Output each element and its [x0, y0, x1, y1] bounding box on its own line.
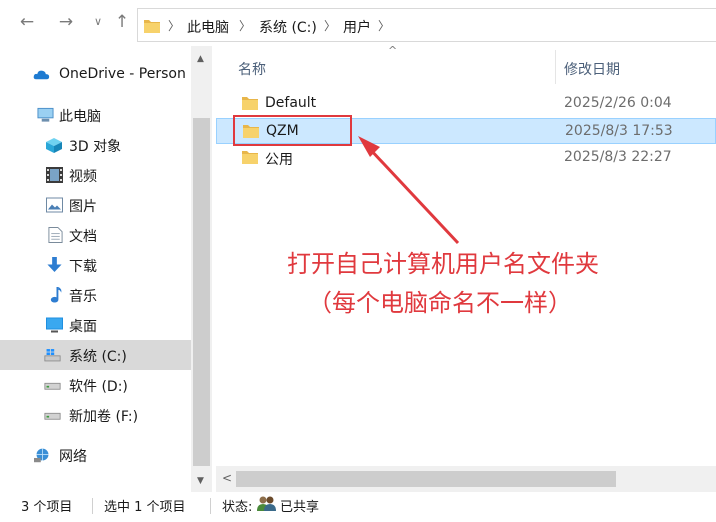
sidebar-item-downloads[interactable]: 下载: [0, 250, 190, 280]
breadcrumb-system-drive[interactable]: 系统 (C:): [259, 17, 317, 37]
sidebar-item-label: 音乐: [69, 289, 97, 305]
cloud-icon: [33, 70, 50, 80]
navigation-bar: ← → ∨ ↑ 〉 此电脑 〉 系统 (C:) 〉 用户 〉: [0, 0, 716, 46]
cube-icon: [46, 138, 62, 153]
sidebar-item-3d-objects[interactable]: 3D 对象: [0, 130, 190, 160]
sidebar-item-label: 文档: [69, 229, 97, 245]
annotation-text-line2: （每个电脑命名不一样）: [308, 289, 572, 317]
annotation-arrow-icon: [358, 136, 460, 245]
forward-arrow-icon[interactable]: →: [56, 12, 76, 32]
chevron-right-icon: 〉: [239, 19, 252, 33]
item-count: 3 个项目: [21, 500, 73, 515]
drive-icon: [44, 412, 61, 420]
breadcrumb-users[interactable]: 用户: [343, 17, 371, 37]
sidebar-item-network[interactable]: 网络: [0, 440, 190, 470]
sidebar-item-label: 3D 对象: [69, 139, 122, 155]
sidebar-item-label: 下载: [69, 259, 97, 275]
file-modified-date: 2025/8/3 17:53: [565, 123, 673, 139]
windows-drive-icon: [44, 349, 61, 362]
scroll-left-arrow-icon[interactable]: <: [222, 471, 232, 485]
music-icon: [50, 287, 62, 303]
sidebar-item-this-pc[interactable]: 此电脑: [0, 100, 190, 130]
up-arrow-icon[interactable]: ↑: [112, 12, 132, 32]
network-icon: [34, 448, 49, 463]
sidebar-item-new-volume[interactable]: 新加卷 (F:): [0, 400, 190, 430]
state-value: 已共享: [280, 500, 320, 515]
sidebar-item-label: 图片: [69, 199, 97, 215]
chevron-right-icon: 〉: [168, 19, 181, 33]
picture-icon: [46, 197, 63, 213]
sidebar-item-pictures[interactable]: 图片: [0, 190, 190, 220]
sidebar-item-videos[interactable]: 视频: [0, 160, 190, 190]
video-icon: [46, 167, 63, 183]
folder-icon: [242, 97, 258, 110]
sidebar-item-label: OneDrive - Person: [59, 66, 186, 82]
column-header-modified[interactable]: 修改日期: [564, 59, 620, 79]
selected-count: 选中 1 个项目: [104, 500, 186, 515]
computer-icon: [37, 107, 54, 122]
chevron-right-icon[interactable]: 〉: [378, 17, 390, 34]
file-row[interactable]: Default 2025/2/26 0:04: [216, 91, 716, 117]
scroll-down-arrow-icon[interactable]: ▼: [197, 476, 204, 486]
horizontal-scrollbar[interactable]: <: [216, 466, 716, 492]
scroll-up-arrow-icon[interactable]: ▲: [197, 54, 204, 64]
sidebar-item-label: 桌面: [69, 319, 97, 335]
sidebar-item-label: 网络: [59, 449, 87, 465]
sidebar-item-music[interactable]: 音乐: [0, 280, 190, 310]
file-name: Default: [265, 95, 317, 111]
sidebar-item-label: 系统 (C:): [69, 349, 127, 365]
breadcrumb-this-pc[interactable]: 此电脑: [187, 17, 229, 37]
sidebar-item-label: 视频: [69, 169, 97, 185]
highlight-box: [233, 115, 352, 146]
folder-icon: [242, 151, 258, 164]
file-modified-date: 2025/2/26 0:04: [564, 95, 672, 111]
sidebar-item-label: 软件 (D:): [69, 379, 128, 395]
column-header-row: 名称 修改日期: [216, 48, 716, 86]
navigation-pane: OneDrive - Person 此电脑 3D 对象 视频 图片 文档 下载 …: [0, 46, 212, 492]
horizontal-scrollbar-thumb[interactable]: [236, 471, 616, 487]
desktop-icon: [46, 317, 63, 333]
sidebar-item-label: 此电脑: [59, 109, 101, 125]
status-divider: [210, 498, 211, 514]
sidebar-item-onedrive[interactable]: OneDrive - Person: [0, 60, 190, 90]
column-divider[interactable]: [555, 50, 556, 84]
state-label: 状态:: [222, 500, 253, 515]
sidebar-item-software-drive[interactable]: 软件 (D:): [0, 370, 190, 400]
download-icon: [47, 257, 62, 273]
annotation-text-line1: 打开自己计算机用户名文件夹: [287, 250, 599, 278]
drive-icon: [44, 382, 61, 390]
sidebar-item-label: 新加卷 (F:): [69, 409, 139, 425]
document-icon: [48, 227, 63, 243]
file-modified-date: 2025/8/3 22:27: [564, 149, 672, 165]
sidebar-scrollbar-thumb[interactable]: [193, 118, 210, 466]
status-divider: [92, 498, 93, 514]
folder-icon: [144, 20, 160, 33]
sidebar-item-desktop[interactable]: 桌面: [0, 310, 190, 340]
address-bar[interactable]: 〉 此电脑 〉 系统 (C:) 〉 用户 〉: [137, 8, 716, 42]
shared-users-icon: [257, 496, 276, 511]
back-arrow-icon[interactable]: ←: [17, 12, 37, 32]
status-bar: 3 个项目 选中 1 个项目 状态: 已共享: [0, 492, 716, 522]
chevron-right-icon: 〉: [324, 19, 337, 33]
column-header-name[interactable]: 名称: [238, 59, 266, 79]
file-name: 公用: [265, 152, 293, 168]
sidebar-item-documents[interactable]: 文档: [0, 220, 190, 250]
recent-locations-chevron-icon[interactable]: ∨: [88, 12, 108, 32]
sidebar-item-system-drive[interactable]: 系统 (C:): [0, 340, 191, 370]
